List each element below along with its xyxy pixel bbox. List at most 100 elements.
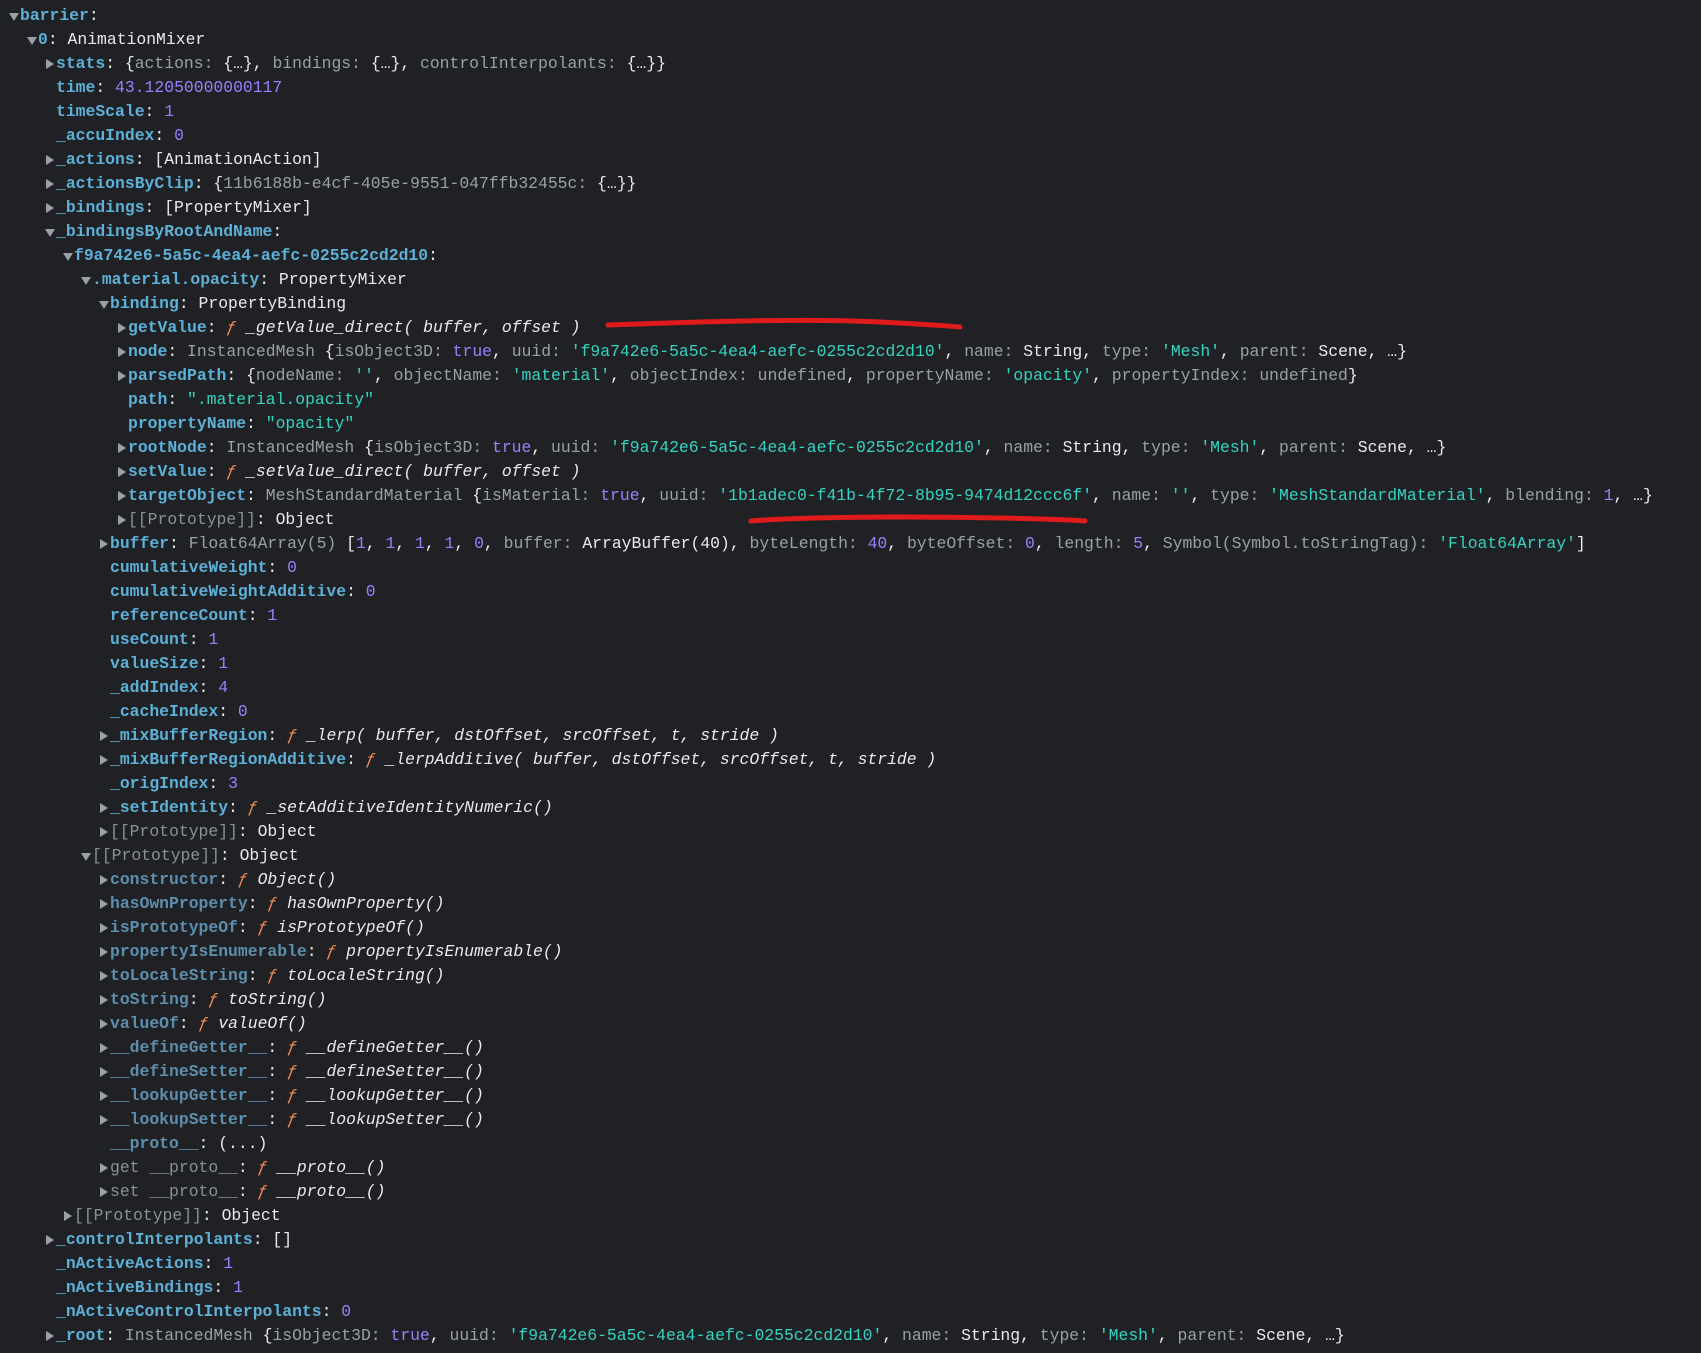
tree-row[interactable]: setValue: ƒ _setValue_direct( buffer, of…: [0, 460, 1701, 484]
tree-row[interactable]: valueOf: ƒ valueOf(): [0, 1012, 1701, 1036]
row-content: [[Prototype]]: Object: [110, 820, 317, 844]
tree-row[interactable]: [[Prototype]]: Object: [0, 508, 1701, 532]
expand-arrow-icon[interactable]: [99, 724, 109, 748]
tree-row[interactable]: stats: {actions: {…}, bindings: {…}, con…: [0, 52, 1701, 76]
collapse-arrow-icon[interactable]: [9, 4, 19, 28]
expand-arrow-icon[interactable]: [117, 460, 127, 484]
expand-arrow-icon[interactable]: [99, 868, 109, 892]
tree-row[interactable]: [[Prototype]]: Object: [0, 844, 1701, 868]
expand-arrow-icon[interactable]: [45, 196, 55, 220]
expand-arrow-icon[interactable]: [45, 1228, 55, 1252]
tree-row[interactable]: _controlInterpolants: []: [0, 1228, 1701, 1252]
key-separator: :: [203, 1254, 224, 1273]
tree-row[interactable]: _setIdentity: ƒ _setAdditiveIdentityNume…: [0, 796, 1701, 820]
property-value-token: isMaterial:: [482, 486, 601, 505]
expand-arrow-icon[interactable]: [99, 1060, 109, 1084]
expand-arrow-icon[interactable]: [45, 172, 55, 196]
expand-arrow-icon[interactable]: [99, 964, 109, 988]
key-separator: :: [246, 486, 266, 505]
tree-row[interactable]: node: InstancedMesh {isObject3D: true, u…: [0, 340, 1701, 364]
collapse-arrow-icon[interactable]: [63, 244, 73, 268]
property-value-token: ,: [492, 342, 512, 361]
expand-arrow-icon[interactable]: [99, 1108, 109, 1132]
tree-row[interactable]: get __proto__: ƒ __proto__(): [0, 1156, 1701, 1180]
expand-arrow-icon[interactable]: [99, 988, 109, 1012]
tree-row[interactable]: 0: AnimationMixer: [0, 28, 1701, 52]
tree-row[interactable]: hasOwnProperty: ƒ hasOwnProperty(): [0, 892, 1701, 916]
row-content: _bindingsByRootAndName:: [56, 220, 282, 244]
property-value-token: objectIndex:: [629, 366, 758, 385]
property-value-token: ".material.opacity": [187, 390, 374, 409]
property-value-token: ,: [1220, 342, 1240, 361]
expand-arrow-icon[interactable]: [99, 532, 109, 556]
tree-row[interactable]: _bindingsByRootAndName:: [0, 220, 1701, 244]
expand-arrow-icon[interactable]: [99, 1036, 109, 1060]
collapse-arrow-icon[interactable]: [27, 28, 37, 52]
key-separator: :: [247, 966, 268, 985]
tree-row[interactable]: buffer: Float64Array(5) [1, 1, 1, 1, 0, …: [0, 532, 1701, 556]
tree-row[interactable]: _root: InstancedMesh {isObject3D: true , …: [0, 1324, 1701, 1348]
tree-row[interactable]: rootNode: InstancedMesh {isObject3D: tru…: [0, 436, 1701, 460]
collapse-arrow-icon[interactable]: [45, 220, 55, 244]
tree-row[interactable]: _mixBufferRegionAdditive: ƒ _lerpAdditiv…: [0, 748, 1701, 772]
expand-arrow-icon[interactable]: [99, 1180, 109, 1204]
tree-row[interactable]: constructor: ƒ Object(): [0, 868, 1701, 892]
tree-row[interactable]: [[Prototype]]: Object: [0, 820, 1701, 844]
tree-row[interactable]: toString: ƒ toString(): [0, 988, 1701, 1012]
function-icon: ƒ: [226, 318, 247, 337]
expand-arrow-icon[interactable]: [99, 940, 109, 964]
property-value-token: 1: [415, 534, 425, 553]
tree-row[interactable]: [[Prototype]]: Object: [0, 1204, 1701, 1228]
collapse-arrow-icon[interactable]: [81, 268, 91, 292]
tree-row[interactable]: binding: PropertyBinding: [0, 292, 1701, 316]
expand-arrow-icon[interactable]: [117, 364, 127, 388]
tree-row[interactable]: .material.opacity: PropertyMixer: [0, 268, 1701, 292]
tree-row[interactable]: _mixBufferRegion: ƒ _lerp( buffer, dstOf…: [0, 724, 1701, 748]
tree-row[interactable]: _actionsByClip: {11b6188b-e4cf-405e-9551…: [0, 172, 1701, 196]
expand-arrow-icon[interactable]: [99, 796, 109, 820]
expand-arrow-icon[interactable]: [99, 748, 109, 772]
tree-row[interactable]: toLocaleString: ƒ toLocaleString(): [0, 964, 1701, 988]
expand-arrow-icon[interactable]: [117, 484, 127, 508]
tree-row[interactable]: __defineSetter__: ƒ __defineSetter__(): [0, 1060, 1701, 1084]
tree-row[interactable]: set __proto__: ƒ __proto__(): [0, 1180, 1701, 1204]
expand-arrow-icon[interactable]: [99, 892, 109, 916]
tree-row[interactable]: _actions: [AnimationAction]: [0, 148, 1701, 172]
tree-row: _accuIndex: 0: [0, 124, 1701, 148]
tree-row[interactable]: barrier:: [0, 4, 1701, 28]
tree-row[interactable]: parsedPath: {nodeName: '', objectName: '…: [0, 364, 1701, 388]
tree-row[interactable]: getValue: ƒ _getValue_direct( buffer, of…: [0, 316, 1701, 340]
tree-row[interactable]: propertyIsEnumerable: ƒ propertyIsEnumer…: [0, 940, 1701, 964]
tree-row[interactable]: f9a742e6-5a5c-4ea4-aefc-0255c2cd2d10:: [0, 244, 1701, 268]
expand-arrow-icon[interactable]: [99, 1156, 109, 1180]
expand-arrow-icon[interactable]: [99, 820, 109, 844]
collapse-arrow-icon[interactable]: [99, 292, 109, 316]
tree-row[interactable]: __lookupGetter__: ƒ __lookupGetter__(): [0, 1084, 1701, 1108]
property-value-token: ,: [373, 366, 394, 385]
expand-arrow-icon[interactable]: [99, 1012, 109, 1036]
expand-arrow-icon[interactable]: [99, 916, 109, 940]
expand-arrow-icon[interactable]: [117, 508, 127, 532]
expand-arrow-icon[interactable]: [99, 1084, 109, 1108]
row-content: barrier:: [20, 4, 99, 28]
key-separator: :: [167, 390, 188, 409]
collapse-arrow-icon[interactable]: [81, 844, 91, 868]
tree-row[interactable]: isPrototypeOf: ƒ isPrototypeOf(): [0, 916, 1701, 940]
property-value-token: true: [492, 438, 532, 457]
expand-arrow-icon[interactable]: [117, 316, 127, 340]
expand-arrow-icon[interactable]: [117, 436, 127, 460]
expand-arrow-icon[interactable]: [63, 1204, 73, 1228]
property-key: __defineSetter__: [110, 1062, 268, 1081]
expand-arrow-icon[interactable]: [45, 1324, 55, 1348]
tree-row[interactable]: _bindings: [PropertyMixer]: [0, 196, 1701, 220]
tree-row[interactable]: __lookupSetter__: ƒ __lookupSetter__(): [0, 1108, 1701, 1132]
tree-row[interactable]: targetObject: MeshStandardMaterial {isMa…: [0, 484, 1701, 508]
row-content: node: InstancedMesh {isObject3D: true, u…: [128, 340, 1407, 364]
expand-arrow-icon[interactable]: [45, 148, 55, 172]
tree-row[interactable]: __defineGetter__: ƒ __defineGetter__(): [0, 1036, 1701, 1060]
tree-row: path: ".material.opacity": [0, 388, 1701, 412]
property-value-token: ,: [1157, 1326, 1178, 1345]
expand-arrow-icon[interactable]: [45, 52, 55, 76]
expand-arrow-icon[interactable]: [117, 340, 127, 364]
row-content: binding: PropertyBinding: [110, 292, 346, 316]
